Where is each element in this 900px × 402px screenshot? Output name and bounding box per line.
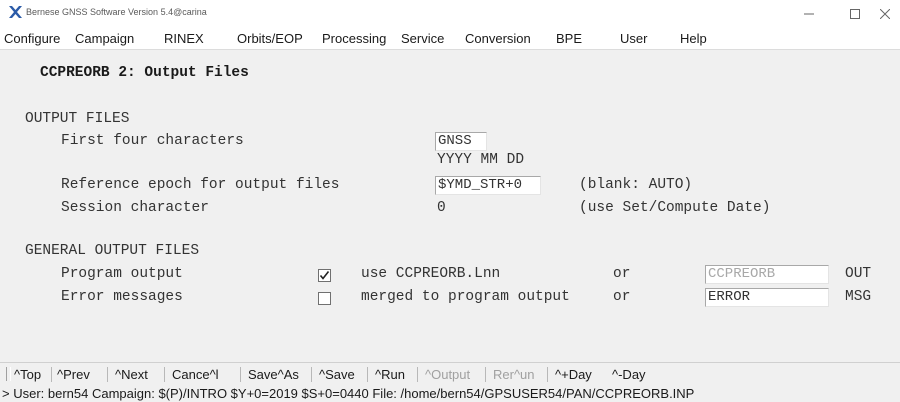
menu-configure[interactable]: Configure [4, 31, 60, 46]
input-panel: CCPREORB 2: Output Files OUTPUT FILES Fi… [0, 50, 900, 362]
error-or: or [613, 289, 631, 305]
action-toolbar: ^Top ^Prev ^Next Cance^l Save^As ^Save ^… [0, 362, 900, 385]
toolbar-separator [417, 367, 418, 382]
cancel-button[interactable]: Cance^l [172, 367, 219, 382]
status-text: > User: bern54 Campaign: $(P)/INTRO $Y+0… [2, 386, 695, 401]
error-ext: MSG [845, 289, 872, 305]
toolbar-separator [547, 367, 548, 382]
error-file-input[interactable]: ERROR [705, 288, 829, 307]
top-button[interactable]: ^Top [14, 367, 41, 382]
title-bar: Bernese GNSS Software Version 5.4@carina [0, 0, 900, 27]
menu-help[interactable]: Help [680, 31, 707, 46]
minus-day-button[interactable]: ^-Day [612, 367, 646, 382]
first-four-input[interactable]: GNSS [435, 132, 487, 151]
menu-processing[interactable]: Processing [322, 31, 386, 46]
next-button[interactable]: ^Next [115, 367, 148, 382]
toolbar-separator [311, 367, 312, 382]
panel-heading: CCPREORB 2: Output Files [40, 65, 249, 81]
program-output-checkbox[interactable] [318, 269, 331, 282]
save-as-button[interactable]: Save^As [248, 367, 299, 382]
error-merged-checkbox[interactable] [318, 292, 331, 305]
toolbar-separator [367, 367, 368, 382]
ref-epoch-label: Reference epoch for output files [61, 177, 340, 193]
session-hint: (use Set/Compute Date) [579, 200, 771, 216]
session-label: Session character [61, 200, 209, 216]
program-output-label: Program output [61, 266, 183, 282]
toolbar-separator [485, 367, 486, 382]
session-value: 0 [437, 200, 446, 216]
menu-bar: Configure Campaign RINEX Orbits/EOP Proc… [0, 27, 900, 50]
menu-bpe[interactable]: BPE [556, 31, 582, 46]
error-messages-label: Error messages [61, 289, 183, 305]
first-four-label: First four characters [61, 133, 244, 149]
checkmark-icon [319, 271, 330, 280]
program-output-ext: OUT [845, 266, 872, 282]
close-button[interactable] [872, 1, 900, 27]
menu-orbits-eop[interactable]: Orbits/EOP [237, 31, 303, 46]
maximize-icon [850, 9, 860, 19]
run-button[interactable]: ^Run [375, 367, 405, 382]
program-output-file-input[interactable]: CCPREORB [705, 265, 829, 284]
output-files-section-label: OUTPUT FILES [25, 111, 130, 127]
error-merged-option: merged to program output [361, 289, 570, 305]
menu-user[interactable]: User [620, 31, 647, 46]
toolbar-separator [240, 367, 241, 382]
plus-day-button[interactable]: ^+Day [555, 367, 592, 382]
minimize-button[interactable] [786, 1, 832, 27]
menu-rinex[interactable]: RINEX [164, 31, 204, 46]
window-title: Bernese GNSS Software Version 5.4@carina [26, 7, 207, 17]
toolbar-separator [164, 367, 165, 382]
general-output-section-label: GENERAL OUTPUT FILES [25, 243, 200, 259]
ref-epoch-input[interactable]: $YMD_STR+0 [435, 176, 541, 195]
menu-campaign[interactable]: Campaign [75, 31, 134, 46]
toolbar-separator [107, 367, 108, 382]
menu-service[interactable]: Service [401, 31, 444, 46]
close-icon [880, 9, 890, 19]
toolbar-grip[interactable] [6, 367, 11, 381]
minimize-icon [804, 13, 814, 15]
rerun-button[interactable]: Rer^un [493, 367, 535, 382]
ref-epoch-hint: (blank: AUTO) [579, 177, 693, 193]
toolbar-separator [51, 367, 52, 382]
date-format-hint: YYYY MM DD [437, 152, 525, 168]
program-output-or: or [613, 266, 631, 282]
prev-button[interactable]: ^Prev [57, 367, 90, 382]
bernese-app-icon [9, 6, 22, 18]
save-button[interactable]: ^Save [319, 367, 355, 382]
status-bar: > User: bern54 Campaign: $(P)/INTRO $Y+0… [0, 385, 900, 402]
output-button[interactable]: ^Output [425, 367, 470, 382]
program-output-option: use CCPREORB.Lnn [361, 266, 501, 282]
menu-conversion[interactable]: Conversion [465, 31, 531, 46]
